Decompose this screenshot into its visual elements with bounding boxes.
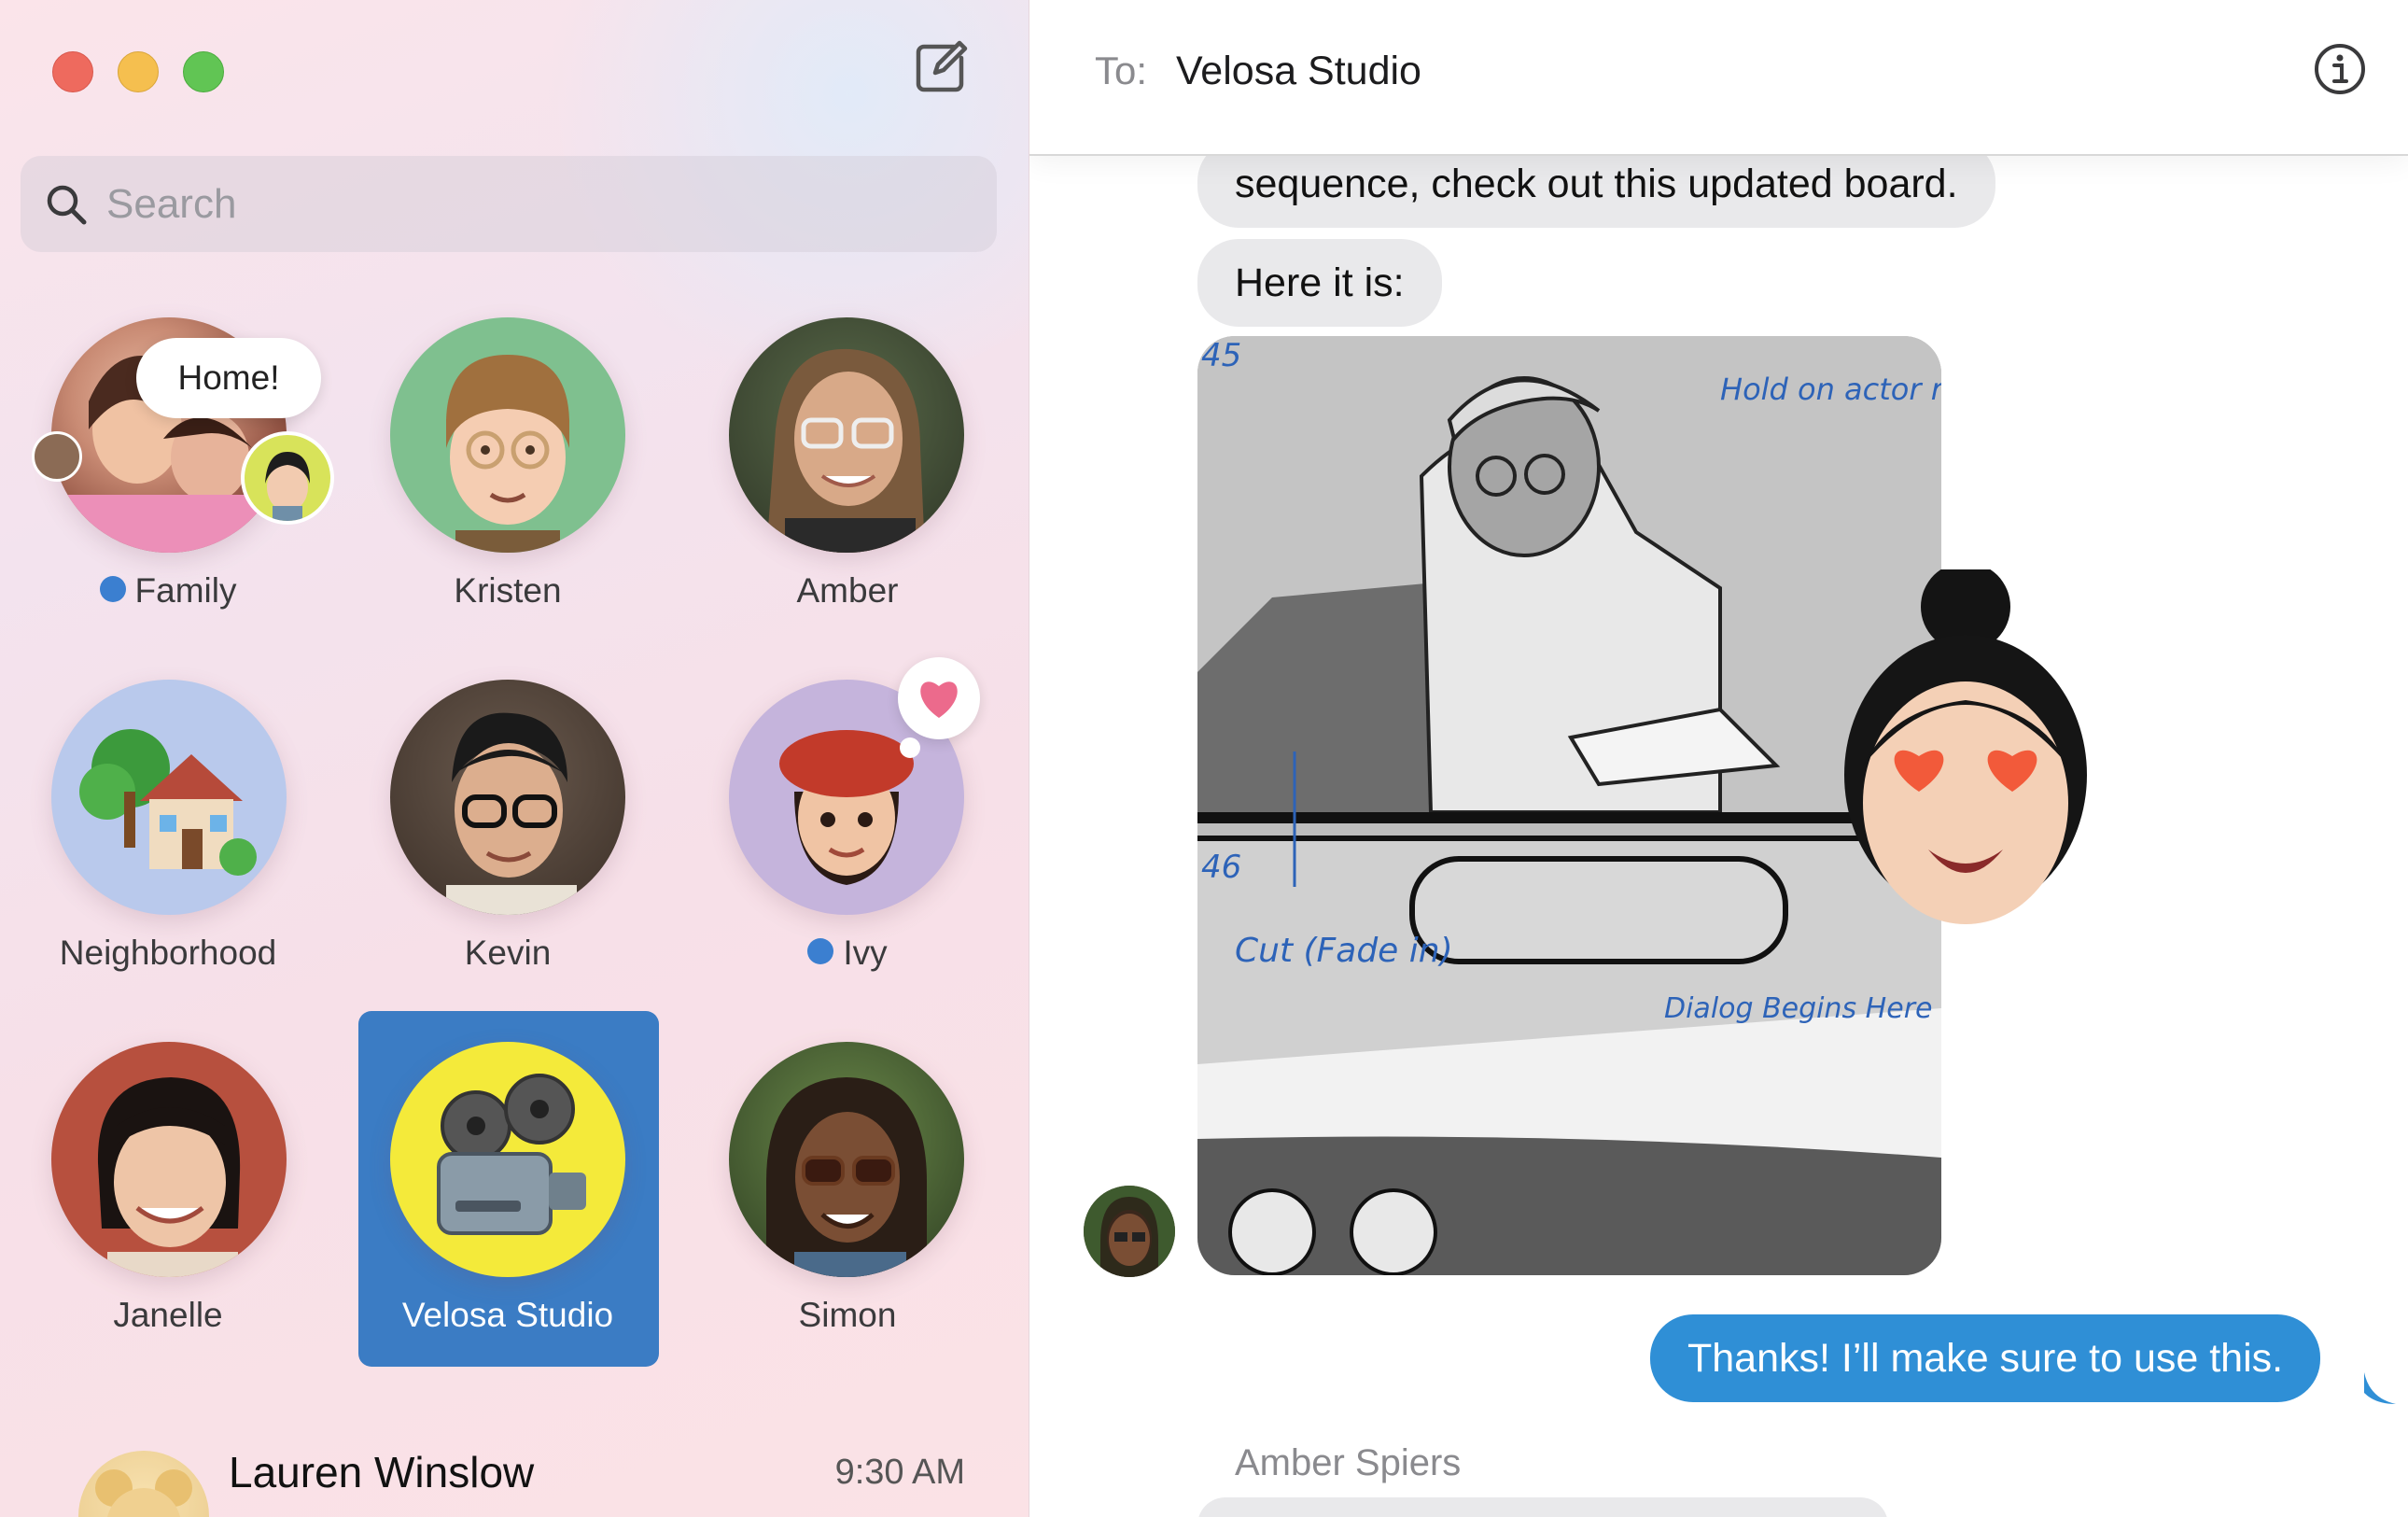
pinned-avatar-neighborhood[interactable]: [51, 680, 287, 915]
to-label: To:: [1095, 49, 1148, 92]
pinned-label-amber: Amber: [796, 571, 899, 610]
chat-pane: To: Velosa Studio sequence, check out th…: [1029, 0, 2408, 1517]
message-bubble-incoming[interactable]: Here it is:: [1197, 239, 1442, 327]
minimize-window-button[interactable]: [118, 51, 159, 92]
unread-dot: [807, 938, 834, 965]
family-member-mini-avatar: [32, 431, 82, 482]
conversation-name: Lauren Winslow: [229, 1448, 535, 1496]
heart-bubble-tail: [900, 737, 920, 758]
close-window-button[interactable]: [52, 51, 93, 92]
pinned-label-kevin: Kevin: [464, 934, 552, 972]
status-bubble-home: Home!: [136, 338, 321, 418]
annotation-hold: Hold on actor reading: [1720, 372, 1941, 407]
sender-avatar[interactable]: [1084, 1186, 1175, 1277]
pinned-label-ivy: Ivy: [679, 934, 1015, 973]
pinned-label-neighborhood: Neighborhood: [59, 934, 277, 972]
pinned-avatar-simon[interactable]: [729, 1042, 964, 1277]
recipient-name[interactable]: Velosa Studio: [1176, 49, 1421, 94]
pinned-avatar-kristen[interactable]: [390, 317, 625, 553]
message-bubble-outgoing[interactable]: Thanks! I’ll make sure to use this.: [1650, 1314, 2321, 1402]
compose-icon[interactable]: [913, 39, 969, 95]
sidebar: Home! Family Kristen Amber: [0, 0, 1029, 1517]
search-field[interactable]: [21, 156, 997, 252]
zoom-window-button[interactable]: [183, 51, 224, 92]
sender-name: Amber Spiers: [1235, 1442, 1462, 1483]
chat-header: To: Velosa Studio: [1029, 0, 2408, 156]
pinned-avatar-kevin[interactable]: [390, 680, 625, 915]
pinned-avatar-amber[interactable]: [729, 317, 964, 553]
pinned-avatar-janelle[interactable]: [51, 1042, 287, 1277]
outgoing-bubble-tail: [2364, 1372, 2396, 1404]
info-icon[interactable]: [2313, 42, 2367, 96]
pinned-label-janelle: Janelle: [113, 1296, 223, 1334]
annotation-shot-46: 46: [1201, 849, 1241, 886]
heart-eyes-memoji-sticker[interactable]: [1826, 562, 2171, 962]
heart-icon: [920, 681, 958, 718]
pinned-label-velosa-studio: Velosa Studio: [401, 1296, 614, 1334]
conversation-row[interactable]: Lauren Winslow 9:30 AM: [0, 1419, 1029, 1517]
pinned-avatar-velosa-studio[interactable]: [390, 1042, 625, 1277]
avatar: [78, 1451, 209, 1517]
pinned-label-family: Family: [0, 571, 336, 611]
conversation-time: 9:30 AM: [834, 1453, 965, 1492]
annotation-dialog: Dialog Begins Here: [1664, 992, 1933, 1025]
search-icon: [47, 185, 87, 224]
annotation-shot-45: 45: [1201, 337, 1241, 374]
unread-dot: [99, 576, 126, 603]
pinned-label-kristen: Kristen: [454, 571, 562, 610]
heart-reaction-bubble: [898, 657, 980, 739]
pinned-label-simon: Simon: [798, 1296, 897, 1334]
message-bubble-incoming[interactable]: [1197, 1497, 1888, 1517]
annotation-cut: Cut (Fade in): [1235, 932, 1453, 970]
family-memoji-mini-avatar: [241, 431, 334, 525]
search-input[interactable]: [105, 179, 948, 229]
